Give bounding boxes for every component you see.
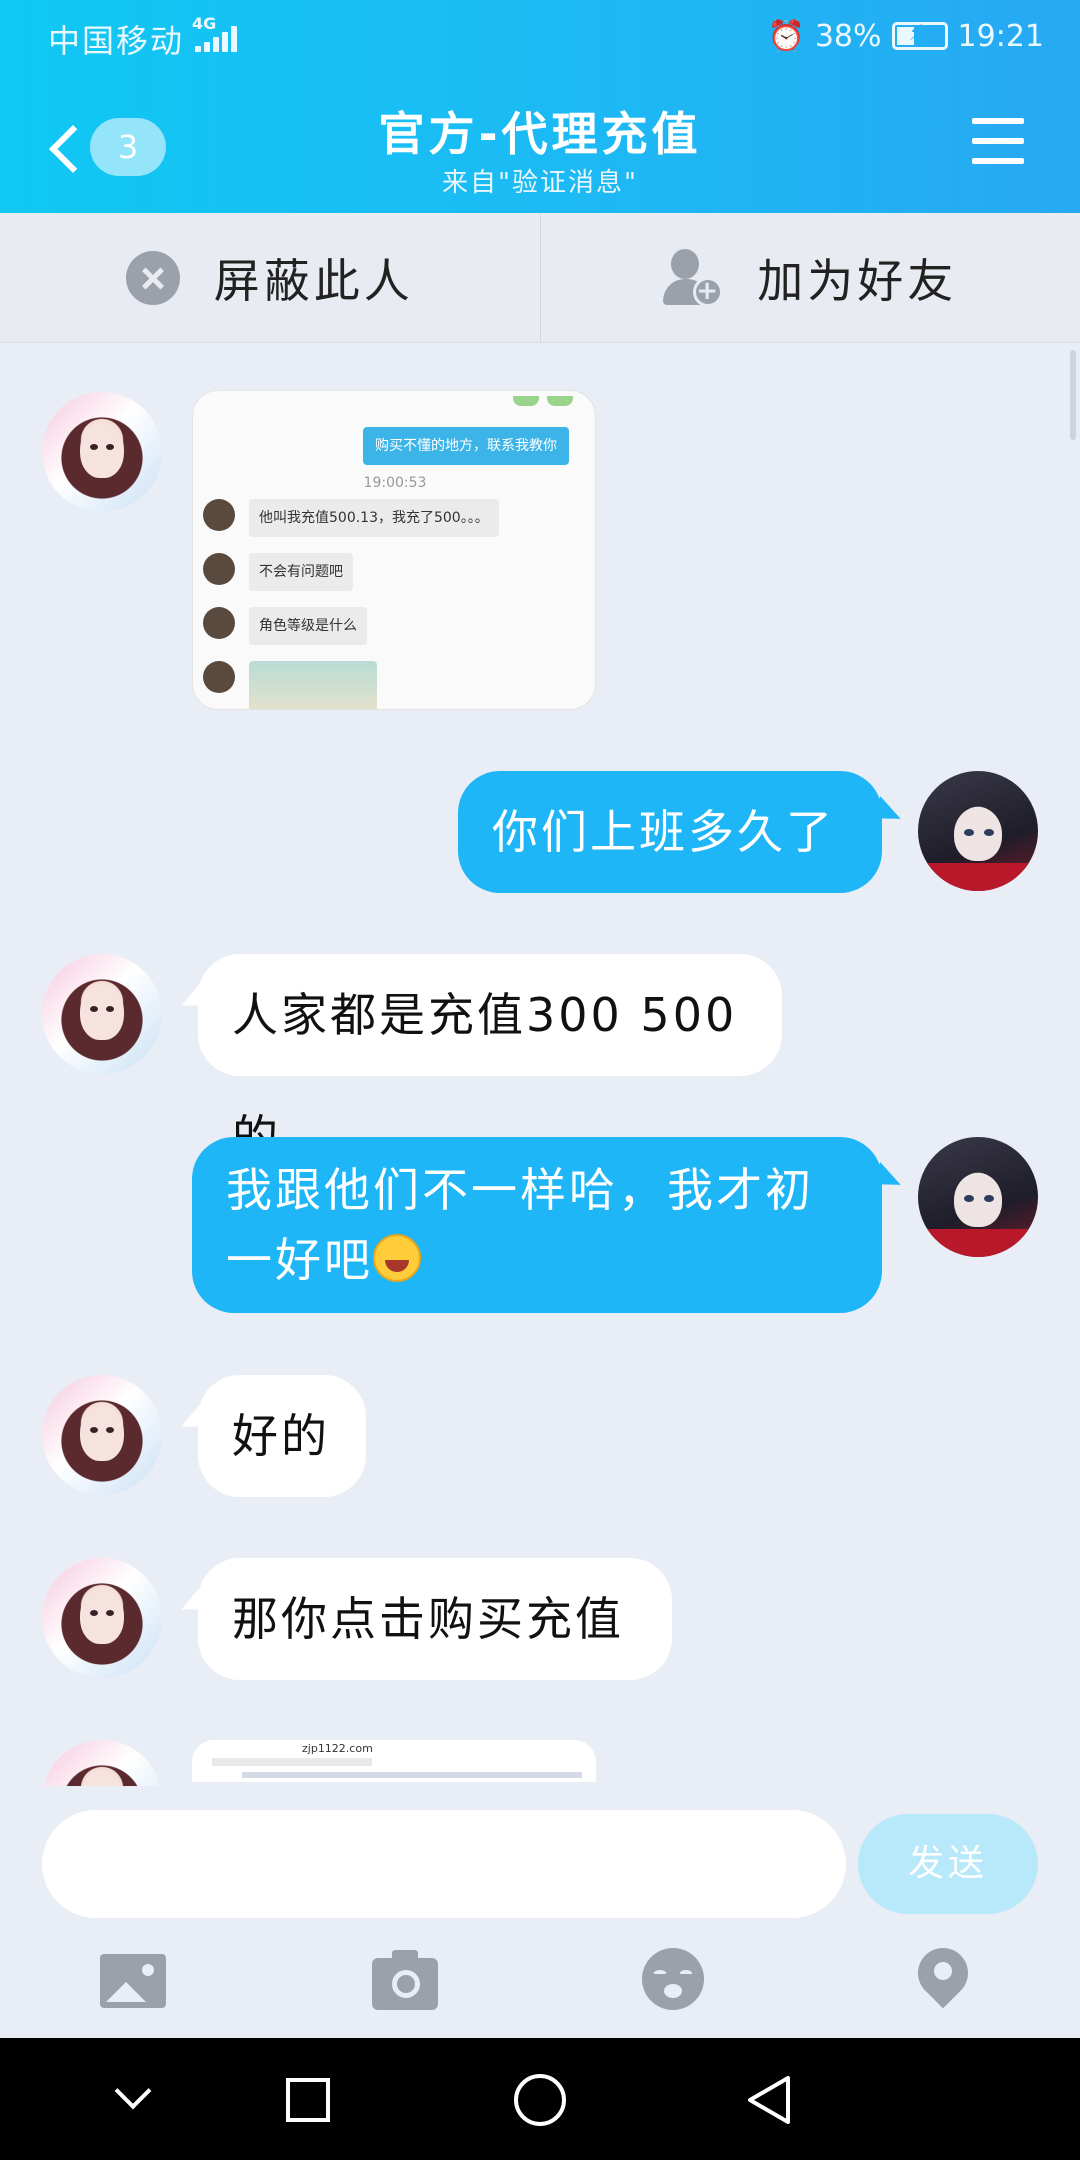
chat-title: 官方-代理充值 [378,107,702,161]
block-user-button[interactable]: 屏蔽此人 [0,213,540,342]
image-message[interactable]: zjp1122.com [192,1740,596,1782]
signal-icon [195,22,245,52]
emoji-icon[interactable] [640,1948,710,2014]
block-icon [125,250,180,305]
contact-avatar[interactable] [42,954,162,1074]
block-label: 屏蔽此人 [213,253,414,308]
status-right: ⏰ 38% ⚡ 19:21 [767,14,1044,58]
laughing-emoji-icon [373,1234,421,1282]
screenshot-row: 不会有问题吧 [203,553,583,591]
image-icon[interactable] [100,1948,170,2014]
add-friend-button[interactable]: + 加为好友 [539,213,1080,342]
message-bubble-in[interactable]: 那你点击购买充值 [198,1558,672,1680]
send-button[interactable]: 发送 [858,1814,1038,1914]
location-icon[interactable] [907,1937,980,2014]
my-avatar[interactable] [918,771,1038,891]
chat-subtitle: 来自"验证消息" [442,168,638,198]
camera-icon[interactable] [372,1948,442,2014]
screenshot-bubble: 购买不懂的地方，联系我教你 [363,427,569,465]
my-avatar[interactable] [918,1137,1038,1257]
carrier-label: 中国移动 [48,22,185,60]
chat-header: 中国移动 4G ⏰ 38% ⚡ 19:21 3 官方-代理充值 来自"验证消息" [0,0,1080,213]
navigation-bar [0,2038,1080,2160]
alarm-icon: ⏰ [767,18,805,54]
recent-apps-icon[interactable] [248,2038,368,2160]
scrollbar[interactable] [1070,350,1076,440]
message-text: 我跟他们不一样哈，我才初一好吧 [226,1163,814,1287]
battery-percent: 38% [814,18,882,54]
home-icon[interactable] [480,2038,600,2160]
message-bubble-in[interactable]: 人家都是充值300 500的 [198,954,782,1164]
back-button[interactable] [40,100,98,190]
stranger-actions: 屏蔽此人 + 加为好友 [0,213,1080,343]
battery-icon: ⚡ [891,21,948,50]
add-friend-label: 加为好友 [757,253,958,308]
screenshot-row: 他叫我充值500.13，我充了500。。。 [203,499,583,537]
message-bubble-out[interactable]: 我跟他们不一样哈，我才初一好吧 [192,1137,882,1313]
input-bar: 发送 [0,1786,1080,2038]
contact-avatar[interactable] [42,1558,162,1678]
unread-badge[interactable]: 3 [90,118,166,176]
screenshot-row: 角色等级是什么 [203,607,583,645]
contact-avatar[interactable] [42,392,162,512]
hide-keyboard-icon[interactable] [74,2038,194,2160]
clock: 19:21 [957,18,1044,54]
add-friend-icon: + [663,248,724,307]
message-bubble-out[interactable]: 你们上班多久了 [458,771,882,893]
menu-button[interactable] [972,118,1024,166]
message-bubble-in[interactable]: 好的 [198,1375,366,1497]
image-message[interactable]: 购买不懂的地方，联系我教你 19:00:53 他叫我充值500.13，我充了50… [192,390,596,710]
status-bar: 中国移动 4G ⏰ 38% ⚡ 19:21 [0,0,1080,72]
contact-avatar[interactable] [42,1375,162,1495]
input-toolbar [0,1937,1080,2028]
screenshot-url: zjp1122.com [302,1742,373,1755]
screenshot-time: 19:00:53 [363,475,427,491]
screenshot-thumbnail [249,661,377,709]
contact-avatar[interactable] [42,1740,162,1786]
back-icon[interactable] [710,2038,830,2160]
message-input[interactable] [42,1810,846,1918]
